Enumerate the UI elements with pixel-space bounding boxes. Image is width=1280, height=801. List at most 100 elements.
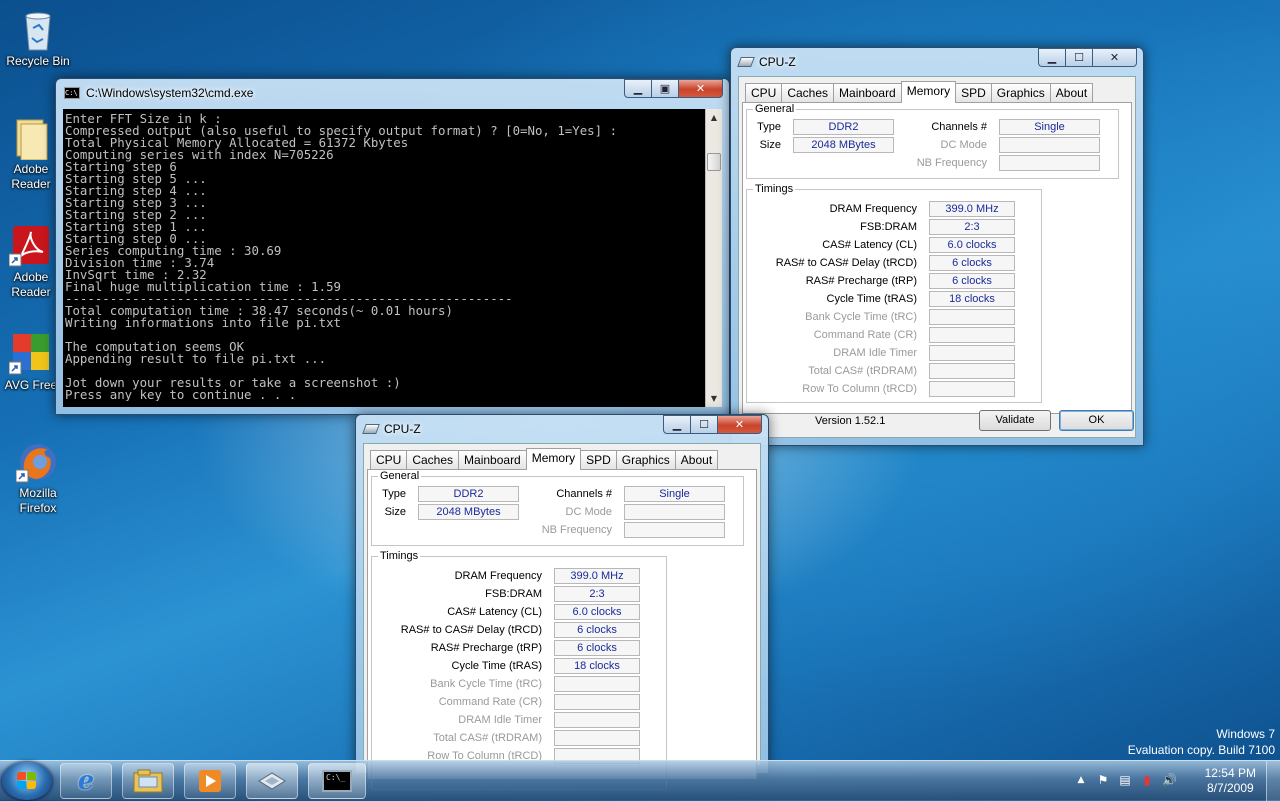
desktop-icon-firefox[interactable]: Mozilla Firefox	[2, 440, 74, 516]
timing-label: FSB:DRAM	[860, 221, 917, 233]
cmd-title: C:\Windows\system32\cmd.exe	[86, 86, 254, 100]
desktop-icon-adobe-reader[interactable]: Adobe Reader	[2, 224, 60, 300]
tab-caches[interactable]: Caches	[406, 450, 460, 469]
tab-mainboard[interactable]: Mainboard	[833, 83, 902, 102]
tab-mainboard[interactable]: Mainboard	[458, 450, 527, 469]
cpuz-title: CPU-Z	[384, 422, 421, 436]
timing-value: 399.0 MHz	[554, 568, 640, 584]
taskbar-media-player[interactable]	[184, 763, 236, 799]
scroll-thumb[interactable]	[707, 153, 721, 171]
timings-legend: Timings	[380, 550, 419, 562]
close-button[interactable]: ✕	[717, 415, 762, 434]
maximize-button[interactable]: ▣	[651, 79, 678, 98]
close-button[interactable]: ✕	[678, 79, 723, 98]
tab-memory[interactable]: Memory	[900, 81, 957, 103]
cmd-app-icon: C:\	[64, 87, 80, 99]
timing-value: 6 clocks	[929, 273, 1015, 289]
maximize-icon: ☐	[699, 418, 709, 431]
timing-row: Cycle Time (tRAS) 18 clocks	[743, 291, 1015, 307]
timing-row: DRAM Frequency 399.0 MHz	[743, 201, 1015, 217]
cpuz-window-back: CPU-Z ▁ ☐ ✕ CPU Caches Mainboard Memory …	[730, 47, 1144, 446]
nb-frequency-label: NB Frequency	[541, 524, 612, 536]
timing-row: FSB:DRAM 2:3	[368, 586, 640, 602]
maximize-button[interactable]: ☐	[690, 415, 717, 434]
cpuz-app-icon	[258, 772, 286, 790]
cmd-scrollbar[interactable]: ▲ ▼	[705, 109, 722, 407]
timing-value: 6 clocks	[554, 622, 640, 638]
taskbar-explorer[interactable]	[122, 763, 174, 799]
timing-label: Command Rate (CR)	[438, 696, 542, 708]
device-icon[interactable]: ▤	[1118, 773, 1132, 787]
timing-value: 2:3	[929, 219, 1015, 235]
timing-value: 6 clocks	[554, 640, 640, 656]
channels-label: Channels #	[931, 121, 987, 133]
cpuz-titlebar[interactable]: CPU-Z ▁ ☐ ✕	[731, 48, 1143, 76]
timing-row: RAS# to CAS# Delay (tRCD) 6 clocks	[368, 622, 640, 638]
dc-mode-label: DC Mode	[940, 139, 987, 151]
memory-panel: General Type DDR2 Size 2048 MBytes Channel…	[367, 469, 757, 790]
close-button[interactable]: ✕	[1092, 48, 1137, 67]
windows-watermark: Windows 7 Evaluation copy. Build 7100	[1128, 726, 1275, 758]
action-center-flag-icon[interactable]: ⚑	[1096, 773, 1110, 787]
ok-button[interactable]: OK	[1059, 410, 1134, 431]
desktop-icon-avg-free[interactable]: AVG Free	[2, 332, 60, 393]
cpuz-body: CPU Caches Mainboard Memory SPD Graphics…	[738, 76, 1136, 438]
timing-row: RAS# Precharge (tRP) 6 clocks	[743, 273, 1015, 289]
taskbar-cpuz[interactable]	[246, 763, 298, 799]
show-desktop-button[interactable]	[1266, 761, 1280, 801]
tab-cpu[interactable]: CPU	[745, 83, 783, 102]
tab-spd[interactable]: SPD	[580, 450, 617, 469]
validate-button[interactable]: Validate	[979, 410, 1051, 431]
clock[interactable]: 12:54 PM 8/7/2009	[1205, 766, 1256, 796]
tab-memory[interactable]: Memory	[525, 448, 582, 470]
timing-row: Total CAS# (tRDRAM)	[743, 363, 1015, 379]
timing-label: DRAM Frequency	[454, 570, 542, 582]
tab-spd[interactable]: SPD	[955, 83, 992, 102]
desktop-icon-adobe-folder[interactable]: Adobe Reader	[2, 116, 60, 192]
minimize-button[interactable]: ▁	[663, 415, 690, 434]
network-icon[interactable]: ▮	[1140, 773, 1154, 787]
clock-date: 8/7/2009	[1206, 781, 1254, 795]
taskbar-cmd[interactable]: C:\_	[308, 763, 366, 799]
cpuz-tabs: CPU Caches Mainboard Memory SPD Graphics…	[745, 81, 1094, 103]
cpuz-body: CPU Caches Mainboard Memory SPD Graphics…	[363, 443, 761, 790]
maximize-button[interactable]: ☐	[1065, 48, 1092, 67]
avg-icon	[8, 332, 53, 376]
tab-graphics[interactable]: Graphics	[990, 83, 1051, 102]
tab-about[interactable]: About	[1049, 83, 1094, 102]
timing-row: Row To Column (tRCD)	[743, 381, 1015, 397]
close-icon: ✕	[695, 82, 706, 95]
minimize-button[interactable]: ▁	[1038, 48, 1065, 67]
tab-caches[interactable]: Caches	[781, 83, 835, 102]
timing-row: Total CAS# (tRDRAM)	[368, 730, 640, 746]
desktop-icon-recycle-bin[interactable]: Recycle Bin	[2, 8, 74, 69]
type-label: Type	[757, 121, 781, 133]
media-player-icon	[199, 770, 221, 792]
tab-about[interactable]: About	[674, 450, 719, 469]
timing-row: CAS# Latency (CL) 6.0 clocks	[368, 604, 640, 620]
cmd-output: Enter FFT Size in k : Compressed output (…	[65, 113, 715, 401]
tab-cpu[interactable]: CPU	[370, 450, 408, 469]
timing-value	[929, 345, 1015, 361]
scroll-down-icon[interactable]: ▼	[706, 390, 722, 407]
timing-label: Cycle Time (tRAS)	[826, 293, 917, 305]
cmd-line: Appending result to file pi.txt ...	[65, 351, 327, 366]
dc-mode-value	[999, 137, 1100, 153]
cmd-console[interactable]: Enter FFT Size in k : Compressed output (…	[63, 109, 722, 407]
start-button[interactable]	[2, 762, 52, 800]
scroll-up-icon[interactable]: ▲	[706, 109, 722, 126]
timing-label: Row To Column (tRCD)	[802, 383, 917, 395]
close-icon: ✕	[734, 418, 745, 431]
tab-graphics[interactable]: Graphics	[615, 450, 676, 469]
cpuz-titlebar[interactable]: CPU-Z ▁ ☐ ✕	[356, 415, 768, 443]
channels-label: Channels #	[556, 488, 612, 500]
cmd-titlebar[interactable]: C:\ C:\Windows\system32\cmd.exe ▁ ▣ ✕	[56, 79, 729, 107]
minimize-button[interactable]: ▁	[624, 79, 651, 98]
timing-label: RAS# Precharge (tRP)	[805, 275, 917, 287]
taskbar-internet-explorer[interactable]: e	[60, 763, 112, 799]
volume-icon[interactable]: 🔊	[1162, 773, 1177, 787]
timing-value	[929, 381, 1015, 397]
show-hidden-icons-icon[interactable]: ▲	[1074, 773, 1088, 787]
general-legend: General	[380, 470, 420, 482]
timing-row: RAS# Precharge (tRP) 6 clocks	[368, 640, 640, 656]
